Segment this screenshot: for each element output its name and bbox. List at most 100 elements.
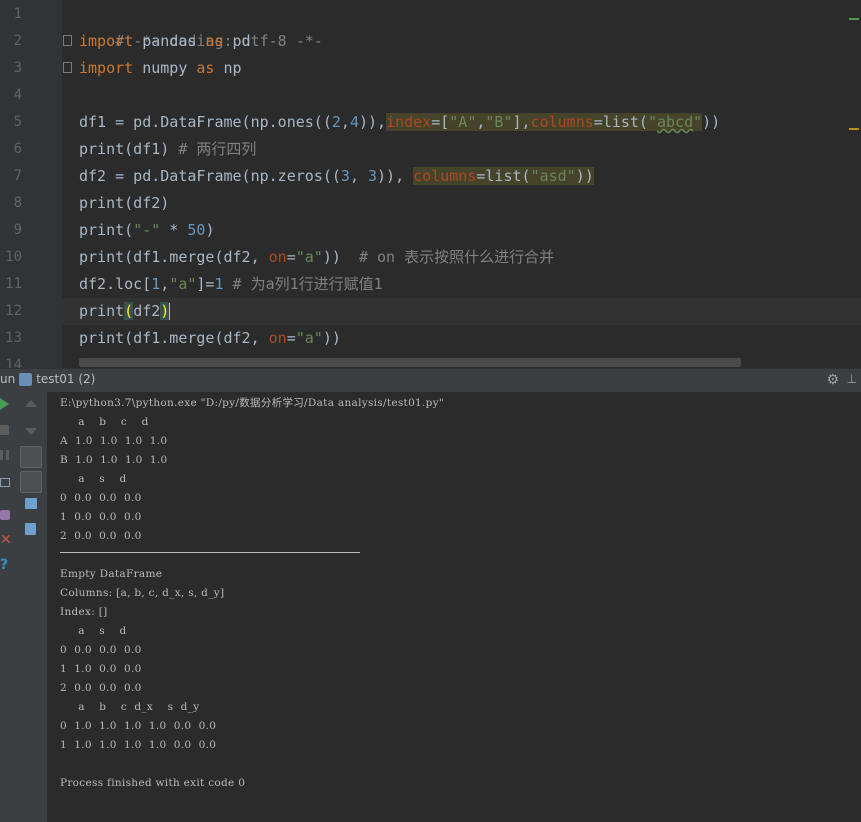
code-text: print(df1.merge(df2, — [79, 329, 269, 347]
string: "a" — [295, 248, 323, 266]
print-icon[interactable] — [25, 498, 37, 509]
code-text: print(df1) — [79, 140, 179, 158]
number: 50 — [187, 221, 206, 239]
code-line-11[interactable]: df2.loc[1,"a"]=1 # 为a列1行进行赋值1 — [79, 271, 383, 298]
code-text: ]= — [196, 275, 215, 293]
string-typo: abcd — [657, 113, 694, 131]
code-line-13[interactable]: print(df1.merge(df2, on="a")) — [79, 325, 341, 352]
console-output[interactable]: E:\python3.7\python.exe "D:/py/数据分析学习/Da… — [48, 392, 861, 822]
close-icon[interactable]: ✕ — [0, 533, 12, 547]
line-number: 9 — [13, 222, 22, 238]
scroll-up-icon[interactable] — [25, 400, 37, 407]
code-text: )) — [575, 167, 594, 185]
help-icon[interactable]: ? — [0, 558, 8, 572]
line-number: 11 — [5, 276, 22, 292]
fold-end-icon[interactable] — [63, 62, 72, 73]
comment: # 两行四列 — [178, 140, 257, 158]
line-number: 4 — [13, 87, 22, 103]
console-line: B 1.0 1.0 1.0 1.0 — [60, 454, 168, 466]
code-text: df2 — [133, 302, 161, 320]
console-line: a b c d — [60, 416, 149, 428]
error-stripe-mark[interactable] — [849, 18, 859, 20]
number: 4 — [349, 113, 359, 131]
stop-icon[interactable] — [0, 425, 9, 435]
code-text: , — [349, 167, 368, 185]
code-text: df2.loc[ — [79, 275, 152, 293]
run-toolbar-outer: ✕ ? — [0, 392, 14, 822]
code-text: pandas — [133, 32, 206, 50]
console-line: Empty DataFrame — [60, 568, 163, 580]
code-text: =list( — [593, 113, 648, 131]
console-line: Index: [] — [60, 606, 108, 618]
code-text: = — [286, 329, 296, 347]
code-text: =list( — [476, 167, 531, 185]
text-caret — [169, 303, 171, 320]
string: "asd" — [530, 167, 576, 185]
run-tab[interactable]: un test01 (2) — [0, 372, 95, 386]
trash-icon[interactable] — [25, 523, 36, 535]
settings-pin-icon[interactable] — [0, 510, 10, 520]
code-text: )), — [358, 113, 387, 131]
code-text: ], — [512, 113, 531, 131]
line-number: 3 — [13, 60, 22, 76]
scroll-to-end-icon[interactable] — [20, 471, 42, 493]
code-text: numpy — [133, 59, 197, 77]
line-number: 13 — [5, 330, 22, 346]
pause-icon[interactable] — [0, 450, 9, 460]
line-number: 5 — [13, 114, 22, 130]
warning-stripe-mark[interactable] — [849, 128, 859, 130]
code-line-9[interactable]: print("-" * 50) — [79, 217, 214, 244]
code-text: =[ — [431, 113, 450, 131]
number: 1 — [151, 275, 161, 293]
console-line: Columns: [a, b, c, d_x, s, d_y] — [60, 587, 225, 599]
kwarg: on — [268, 248, 287, 266]
code-line-2[interactable]: import pandas as pd — [79, 28, 251, 55]
run-panel-header: un test01 (2) ⚙ ⊥ — [0, 368, 861, 392]
python-file-icon — [19, 373, 33, 386]
code-text: df1 = pd.DataFrame(np.ones(( — [79, 113, 332, 131]
keyword: import — [79, 59, 134, 77]
console-line: 0 1.0 1.0 1.0 1.0 0.0 0.0 — [60, 720, 217, 732]
scroll-down-icon[interactable] — [25, 428, 37, 435]
console-line: A 1.0 1.0 1.0 1.0 — [60, 435, 168, 447]
code-text: = — [286, 248, 296, 266]
brace-match: ( — [124, 302, 134, 320]
code-line-6[interactable]: print(df1) # 两行四列 — [79, 136, 256, 163]
line-number: 12 — [5, 303, 22, 319]
console-line: a b c d_x s d_y — [60, 701, 200, 713]
code-text: np — [214, 59, 242, 77]
code-line-3[interactable]: import numpy as np — [79, 55, 242, 82]
code-line-1[interactable]: # -*- coding: utf-8 -*- — [79, 1, 323, 50]
gear-icon[interactable]: ⚙ — [826, 372, 839, 388]
horizontal-scrollbar[interactable] — [79, 358, 741, 367]
console-line: 0 0.0 0.0 0.0 — [60, 492, 142, 504]
code-text: )), — [377, 167, 414, 185]
console-line: 1 0.0 0.0 0.0 — [60, 511, 142, 523]
code-line-5[interactable]: df1 = pd.DataFrame(np.ones((2,4)),index=… — [79, 109, 720, 136]
code-line-7[interactable]: df2 = pd.DataFrame(np.zeros((3, 3)), col… — [79, 163, 594, 190]
console-line: 1 1.0 1.0 1.0 1.0 0.0 0.0 — [60, 739, 217, 751]
comment: # on 表示按照什么进行合并 — [358, 248, 555, 266]
code-editor[interactable]: 1 2 3 4 5 6 7 8 9 10 11 12 13 14 # -*- c… — [0, 0, 861, 368]
keyword: import — [79, 32, 134, 50]
code-text: * — [160, 221, 188, 239]
hide-panel-icon[interactable]: ⊥ — [847, 372, 857, 386]
code-line-12[interactable]: print(df2) — [79, 298, 171, 325]
code-text: print(df2) — [79, 194, 170, 212]
dump-threads-icon[interactable] — [0, 478, 10, 487]
code-line-10[interactable]: print(df1.merge(df2, on="a")) # on 表示按照什… — [79, 244, 554, 271]
code-text: ) — [205, 221, 215, 239]
code-text: print(df1.merge(df2, — [79, 248, 269, 266]
code-text: print — [79, 302, 125, 320]
kwarg: columns — [530, 113, 594, 131]
soft-wrap-icon[interactable] — [20, 446, 42, 468]
console-line: a s d — [60, 625, 127, 637]
code-text: pd — [223, 32, 251, 50]
line-number: 7 — [13, 168, 22, 184]
console-line: 0 0.0 0.0 0.0 — [60, 644, 142, 656]
fold-start-icon[interactable] — [63, 35, 72, 46]
code-line-8[interactable]: print(df2) — [79, 190, 169, 217]
keyword: as — [196, 59, 215, 77]
number: 3 — [340, 167, 350, 185]
